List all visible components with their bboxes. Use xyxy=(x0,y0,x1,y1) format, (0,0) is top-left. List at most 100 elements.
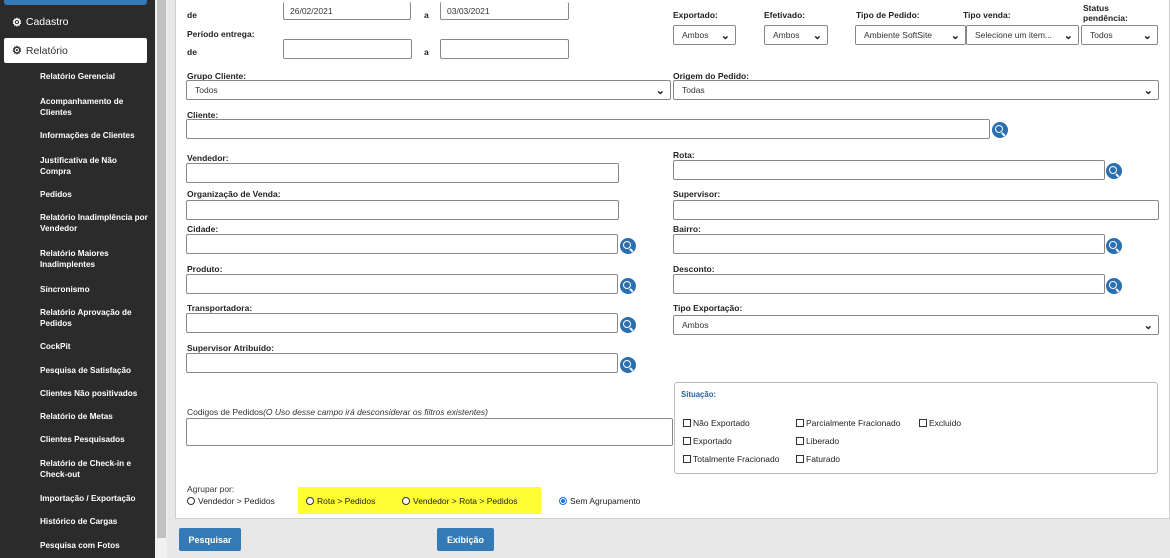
sidebar-item-relatorio-metas[interactable]: Relatório de Metas xyxy=(40,411,148,422)
checkbox-parcialmente-fracionado[interactable]: Parcialmente Fracionado xyxy=(796,418,901,428)
sidebar-item-pesquisa-satisfacao[interactable]: Pesquisa de Satisfação xyxy=(40,365,148,376)
date-from-input[interactable]: 26/02/2021 xyxy=(283,2,411,20)
efetivado-select[interactable]: Ambos ⌄ xyxy=(764,25,828,45)
checkbox-box[interactable] xyxy=(796,455,804,463)
tipo-exportacao-select[interactable]: Ambos ⌄ xyxy=(673,315,1159,335)
checkbox-box[interactable] xyxy=(796,437,804,445)
checkbox-box[interactable] xyxy=(683,455,691,463)
search-icon[interactable] xyxy=(992,122,1008,138)
organizacao-venda-input[interactable] xyxy=(186,200,619,220)
date-from-label: de xyxy=(187,10,197,20)
desconto-input[interactable] xyxy=(673,274,1105,294)
entrega-from-input[interactable] xyxy=(283,39,412,59)
radio-dot-selected[interactable] xyxy=(559,497,567,505)
sidebar-item-pedidos[interactable]: Pedidos xyxy=(40,189,148,200)
sidebar-item-clientes-nao-positivados[interactable]: Clientes Não positivados xyxy=(40,388,148,399)
radio-dot[interactable] xyxy=(402,497,410,505)
tipo-venda-select[interactable]: Selecione um item... ⌄ xyxy=(966,25,1079,45)
transportadora-label: Transportadora: xyxy=(187,303,253,313)
produto-input[interactable] xyxy=(186,274,618,294)
supervisor-input[interactable] xyxy=(673,200,1159,220)
efetivado-value: Ambos xyxy=(773,30,800,40)
cliente-input[interactable] xyxy=(186,119,990,139)
supervisor-label: Supervisor: xyxy=(673,189,721,199)
radio-label: Rota > Pedidos xyxy=(317,496,376,506)
checkbox-label: Totalmente Fracionado xyxy=(693,454,780,464)
rota-input[interactable] xyxy=(673,160,1105,180)
status-pendencia-select[interactable]: Todos ⌄ xyxy=(1081,25,1158,45)
bairro-input[interactable] xyxy=(673,234,1105,254)
date-to-input[interactable]: 03/03/2021 xyxy=(440,2,569,20)
grupo-cliente-select[interactable]: Todos ⌄ xyxy=(186,80,671,100)
sidebar-item-cadastro[interactable]: ⚙ Cadastro xyxy=(6,11,147,33)
search-icon[interactable] xyxy=(620,317,636,333)
radio-rota-pedidos[interactable]: Rota > Pedidos xyxy=(306,496,375,506)
situacao-title: Situação: xyxy=(681,390,717,399)
search-icon[interactable] xyxy=(620,238,636,254)
sidebar-item-acompanhamento-clientes[interactable]: Acompanhamento de Clientes xyxy=(40,96,148,118)
checkbox-faturado[interactable]: Faturado xyxy=(796,454,840,464)
sidebar-item-inadimplencia-vendedor[interactable]: Relatório Inadimplência por Vendedor xyxy=(40,212,148,234)
vendedor-label: Vendedor: xyxy=(187,153,229,163)
checkbox-label: Faturado xyxy=(806,454,841,464)
chevron-down-icon: ⌄ xyxy=(1142,30,1152,42)
tipo-pedido-select[interactable]: Ambiente SoftSite ⌄ xyxy=(855,25,966,45)
pesquisar-button[interactable]: Pesquisar xyxy=(179,528,241,551)
search-icon[interactable] xyxy=(620,357,636,373)
agrupar-por-label: Agrupar por: xyxy=(187,484,235,494)
sidebar-item-clientes-pesquisados[interactable]: Clientes Pesquisados xyxy=(40,434,148,445)
tipo-pedido-label: Tipo de Pedido: xyxy=(856,10,920,20)
codigos-pedidos-textarea[interactable] xyxy=(186,418,673,446)
checkbox-box[interactable] xyxy=(919,419,927,427)
grupo-cliente-value: Todos xyxy=(195,85,218,95)
search-icon[interactable] xyxy=(1106,163,1122,179)
radio-dot[interactable] xyxy=(306,497,314,505)
checkbox-box[interactable] xyxy=(683,437,691,445)
sidebar-item-check-in-out[interactable]: Relatório de Check-in e Check-out xyxy=(40,458,148,480)
checkbox-liberado[interactable]: Liberado xyxy=(796,436,839,446)
exibicao-button[interactable]: Exibição xyxy=(437,528,494,551)
entrega-to-input[interactable] xyxy=(440,39,569,59)
vendedor-input[interactable] xyxy=(186,163,619,183)
sidebar-item-maiores-inadimplentes[interactable]: Relatório Maiores Inadimplentes xyxy=(40,248,148,270)
bairro-label: Bairro: xyxy=(673,224,701,234)
sidebar-item-sincronismo[interactable]: Sincronismo xyxy=(40,284,148,295)
checkbox-excluido[interactable]: Excluido xyxy=(919,418,961,428)
search-icon[interactable] xyxy=(620,278,636,294)
search-icon[interactable] xyxy=(1106,238,1122,254)
sidebar-item-pesquisa-fotos[interactable]: Pesquisa com Fotos xyxy=(40,540,148,551)
tipo-venda-label: Tipo venda: xyxy=(963,10,1011,20)
checkbox-nao-exportado[interactable]: Não Exportado xyxy=(683,418,750,428)
checkbox-label: Excluido xyxy=(929,418,962,428)
sidebar-item-relatorio[interactable]: ⚙ Relatório xyxy=(4,38,147,63)
radio-label: Vendedor > Rota > Pedidos xyxy=(413,496,518,506)
exportado-select[interactable]: Ambos ⌄ xyxy=(673,25,736,45)
supervisor-atribuido-input[interactable] xyxy=(186,353,618,373)
radio-dot[interactable] xyxy=(187,497,195,505)
sidebar-item-justificativa-nao-compra[interactable]: Justificativa de Não Compra xyxy=(40,155,148,177)
sidebar-item-cockpit[interactable]: CockPit xyxy=(40,341,148,352)
cidade-input[interactable] xyxy=(186,234,618,254)
checkbox-box[interactable] xyxy=(683,419,691,427)
radio-sem-agrupamento[interactable]: Sem Agrupamento xyxy=(559,496,640,506)
sidebar-scrollbar-thumb[interactable] xyxy=(157,0,166,538)
sidebar-relatorio-label: Relatório xyxy=(25,44,68,57)
sidebar-item-aprovacao-pedidos[interactable]: Relatório Aprovação de Pedidos xyxy=(40,307,148,329)
sidebar-item-informacoes-clientes[interactable]: Informações de Clientes xyxy=(40,130,148,141)
gear-icon: ⚙ xyxy=(12,16,22,29)
sidebar-item-historico-cargas[interactable]: Histórico de Cargas xyxy=(40,516,148,527)
radio-vendedor-pedidos[interactable]: Vendedor > Pedidos xyxy=(187,496,275,506)
checkbox-exportado[interactable]: Exportado xyxy=(683,436,732,446)
checkbox-label: Não Exportado xyxy=(693,418,750,428)
origem-pedido-select[interactable]: Todas ⌄ xyxy=(673,80,1159,100)
sidebar-item-importacao-exportacao[interactable]: Importação / Exportação xyxy=(40,493,148,504)
checkbox-totalmente-fracionado[interactable]: Totalmente Fracionado xyxy=(683,454,779,464)
tipo-pedido-value: Ambiente SoftSite xyxy=(864,30,933,40)
radio-vendedor-rota-pedidos[interactable]: Vendedor > Rota > Pedidos xyxy=(402,496,517,506)
transportadora-input[interactable] xyxy=(186,313,618,333)
sidebar-item-relatorio-gerencial[interactable]: Relatório Gerencial xyxy=(40,71,148,82)
checkbox-box[interactable] xyxy=(796,419,804,427)
cidade-label: Cidade: xyxy=(187,224,219,234)
search-icon[interactable] xyxy=(1106,278,1122,294)
chevron-down-icon: ⌄ xyxy=(720,30,730,42)
